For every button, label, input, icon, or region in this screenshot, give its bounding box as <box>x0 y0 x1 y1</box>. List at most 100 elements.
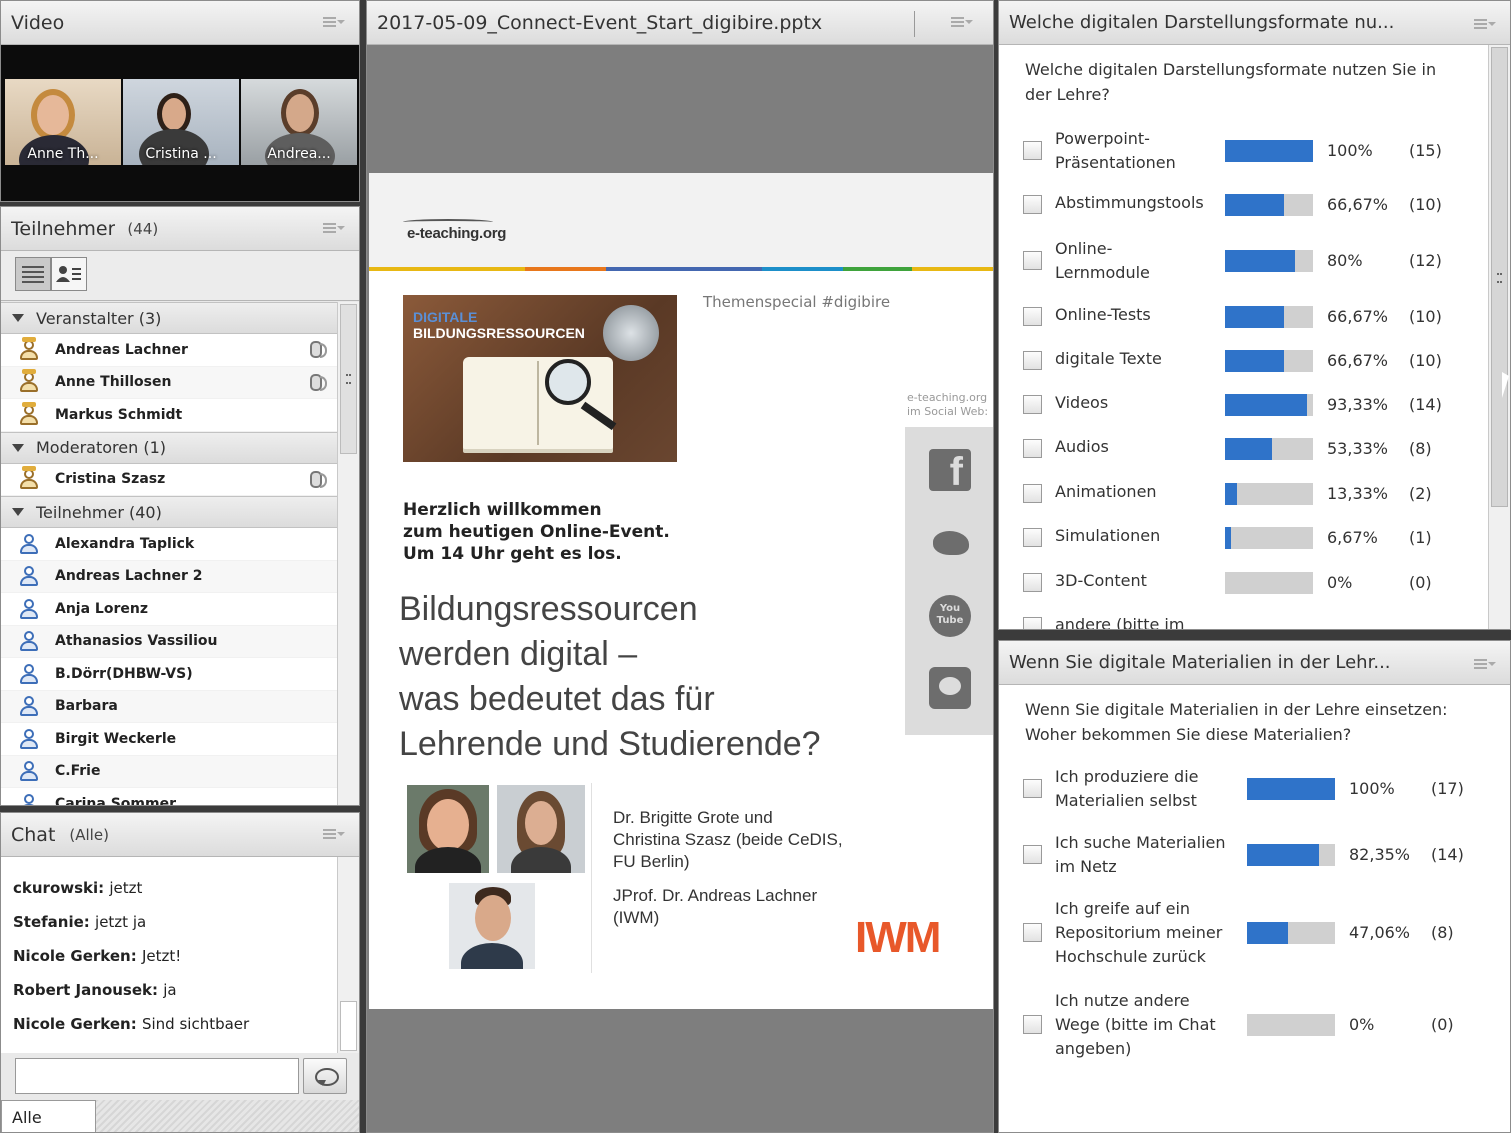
poll-result-bar <box>1225 483 1313 505</box>
poll-option-checkbox[interactable] <box>1023 395 1042 414</box>
poll-option-checkbox[interactable] <box>1023 141 1042 160</box>
attendee-row[interactable]: Cristina Szasz <box>1 464 337 496</box>
welcome-line: Herzlich willkommen <box>403 500 602 520</box>
chat-message-user: Nicole Gerken <box>13 947 131 965</box>
pod-menu-icon[interactable] <box>323 221 345 235</box>
header-divider <box>914 11 915 37</box>
attendee-row[interactable]: C.Frie <box>1 755 337 788</box>
video-tile[interactable]: Andrea... <box>241 79 357 165</box>
poll-result-fill <box>1225 306 1284 328</box>
poll-option: Ich suche Materialien im Netz 82,35% (14) <box>999 831 1489 879</box>
poll-result-count: (10) <box>1409 307 1442 326</box>
poll-result-bar <box>1247 1014 1335 1036</box>
chat-message-input[interactable] <box>15 1058 299 1094</box>
poll-result-percent: 66,67% <box>1327 195 1389 214</box>
speaker-line: FU Berlin) <box>613 852 690 871</box>
collapse-triangle-icon[interactable] <box>12 314 24 322</box>
microphone-icon <box>305 470 327 492</box>
attendee-row[interactable]: Barbara <box>1 690 337 723</box>
attendee-row[interactable]: Athanasios Vassiliou <box>1 625 337 658</box>
poll-option-checkbox[interactable] <box>1023 573 1042 592</box>
poll-option-checkbox[interactable] <box>1023 528 1042 547</box>
video-tile[interactable]: Cristina ... <box>123 79 239 165</box>
attendee-row[interactable]: Anja Lorenz <box>1 593 337 626</box>
poll-option-checkbox[interactable] <box>1023 617 1042 629</box>
poll-result-percent: 0% <box>1349 1015 1375 1034</box>
attendee-pod-header: Teilnehmer (44) <box>1 207 359 251</box>
poll-result-bar <box>1225 194 1313 216</box>
poll-option-checkbox[interactable] <box>1023 845 1042 864</box>
poll-option: 3D-Content 0% (0) <box>999 569 1489 597</box>
facebook-icon[interactable] <box>929 449 971 495</box>
poll-option-checkbox[interactable] <box>1023 251 1042 270</box>
poll-result-fill <box>1225 438 1272 460</box>
card-view-button[interactable] <box>51 257 87 291</box>
chat-scrollbar[interactable] <box>337 857 359 1053</box>
poll-scrollbar[interactable] <box>1488 45 1510 629</box>
pod-menu-icon[interactable] <box>323 15 345 29</box>
send-message-button[interactable] <box>303 1058 347 1094</box>
welcome-line: Um 14 Uhr geht es los. <box>403 544 622 564</box>
attendee-row[interactable]: Birgit Weckerle <box>1 723 337 756</box>
headline-line: werden digital – <box>399 635 638 673</box>
poll-option: Ich produziere die Materialien selbst 100… <box>999 765 1489 813</box>
attendee-row[interactable]: Carina Sommer <box>1 788 337 805</box>
attendee-group-header[interactable]: Veranstalter (3) <box>1 302 337 334</box>
video-tile[interactable]: Anne Th... <box>5 79 121 165</box>
poll-option-label: Online-Tests <box>1055 305 1151 324</box>
poll-result-bar <box>1225 394 1313 416</box>
attendee-name: Carina Sommer <box>55 795 176 805</box>
poll-option-label: digitale Texte <box>1055 349 1162 368</box>
attendee-group-header[interactable]: Moderatoren (1) <box>1 431 337 464</box>
attendee-group-label: Teilnehmer (40) <box>36 502 162 522</box>
poll-result-bar <box>1225 438 1313 460</box>
attendee-row[interactable]: Andreas Lachner 2 <box>1 560 337 593</box>
twitter-icon[interactable] <box>929 523 971 565</box>
attendee-row[interactable]: B.Dörr(DHBW-VS) <box>1 658 337 691</box>
poll-option-checkbox[interactable] <box>1023 351 1042 370</box>
poll-option-checkbox[interactable] <box>1023 484 1042 503</box>
pod-menu-icon[interactable] <box>1474 17 1496 31</box>
attendee-row[interactable]: Alexandra Taplick <box>1 528 337 561</box>
list-view-button[interactable] <box>15 257 51 291</box>
pod-menu-icon[interactable] <box>951 15 973 29</box>
attendee-row[interactable]: Anne Thillosen <box>1 366 337 399</box>
poll-option-checkbox[interactable] <box>1023 1015 1042 1034</box>
chat-tab-all[interactable]: Alle <box>1 1100 96 1132</box>
chat-message: Robert Janousek: ja <box>13 973 325 1007</box>
attendee-name: Birgit Weckerle <box>55 730 177 747</box>
image-text-digitale: DIGITALE <box>413 309 478 325</box>
collapse-triangle-icon[interactable] <box>12 508 24 516</box>
pod-menu-icon[interactable] <box>323 827 345 841</box>
poll-option-checkbox[interactable] <box>1023 923 1042 942</box>
poll-option-checkbox[interactable] <box>1023 307 1042 326</box>
participant-user-icon <box>19 598 39 620</box>
attendee-row[interactable]: Andreas Lachner <box>1 334 337 367</box>
poll-option-checkbox[interactable] <box>1023 439 1042 458</box>
poll-result-bar <box>1225 572 1313 594</box>
poll-option-checkbox[interactable] <box>1023 779 1042 798</box>
poll-result-percent: 93,33% <box>1327 395 1389 414</box>
poll-option-checkbox[interactable] <box>1023 195 1042 214</box>
attendee-scrollbar[interactable] <box>337 302 359 805</box>
headline-line: was bedeutet das für <box>399 680 715 718</box>
pod-menu-icon[interactable] <box>1474 657 1496 671</box>
slide-title-image: DIGITALE BILDUNGSRESSOURCEN <box>403 295 677 462</box>
poll-question: Welche digitalen Darstellungsformate nut… <box>1025 60 1437 104</box>
youtube-icon[interactable] <box>929 595 971 637</box>
attendee-row[interactable]: Markus Schmidt <box>1 399 337 432</box>
slideshare-icon[interactable] <box>929 667 971 709</box>
chat-separator: : <box>98 879 110 897</box>
poll-result-count: (8) <box>1409 439 1432 458</box>
poll-option-label: Ich produziere die Materialien selbst <box>1055 767 1199 810</box>
collapse-triangle-icon[interactable] <box>12 443 24 452</box>
attendee-group-header[interactable]: Teilnehmer (40) <box>1 496 337 528</box>
speaker-photo <box>497 785 585 873</box>
video-tile-name: Cristina ... <box>145 146 217 162</box>
speaker-photo <box>449 883 535 969</box>
poll-result-count: (8) <box>1431 923 1454 942</box>
poll-result-count: (12) <box>1409 251 1442 270</box>
participant-user-icon <box>19 630 39 652</box>
chat-message-text: jetzt <box>109 879 143 897</box>
poll-result-percent: 6,67% <box>1327 528 1378 547</box>
